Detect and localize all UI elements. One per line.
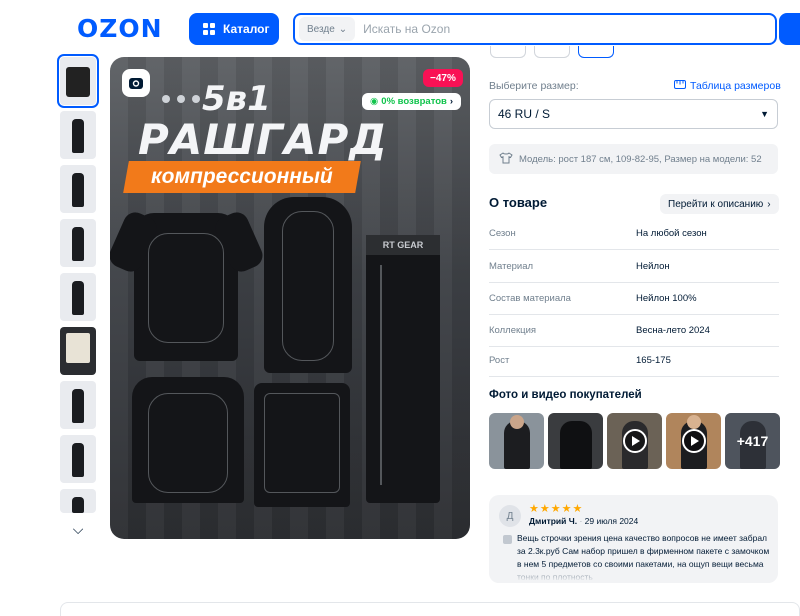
spec-key: Коллекция xyxy=(489,325,537,336)
variant-chips xyxy=(490,46,614,58)
thumbnail[interactable] xyxy=(60,435,96,483)
variant-chip[interactable] xyxy=(534,46,570,58)
product-main-image[interactable]: −47% ◉ 0% возвратов › 5в1 РАШГАРД компре… xyxy=(110,57,470,539)
customer-photo[interactable] xyxy=(548,413,603,469)
size-label: Выберите размер: xyxy=(489,80,579,92)
thumbnail-list: ⌵ xyxy=(57,54,100,539)
catalog-button[interactable]: Каталог xyxy=(189,13,279,45)
chevron-right-icon: › xyxy=(449,96,454,107)
go-to-description-label: Перейти к описанию xyxy=(668,198,764,210)
chevron-down-icon: ⌄ xyxy=(338,23,348,35)
search-scope-label: Везде xyxy=(307,23,335,35)
customer-photo[interactable] xyxy=(489,413,544,469)
spec-value: Нейлон 100% xyxy=(636,293,697,304)
review-fade xyxy=(489,565,778,583)
go-to-description-button[interactable]: Перейти к описанию › xyxy=(660,194,779,214)
garment-tights: RT GEAR xyxy=(366,235,440,503)
thumbnail[interactable] xyxy=(60,489,96,513)
review-label-icon xyxy=(503,535,512,544)
thumbnail[interactable] xyxy=(60,327,96,375)
spec-value: Весна-лето 2024 xyxy=(636,325,710,336)
spec-row: Состав материала Нейлон 100% xyxy=(489,287,779,315)
size-table-label: Таблица размеров xyxy=(690,80,781,92)
spec-row: Материал Нейлон xyxy=(489,255,779,283)
cashback-label: 0% возвратов xyxy=(381,96,447,107)
garment-tshirt xyxy=(110,208,267,361)
about-product-title: О товаре xyxy=(489,195,548,210)
thumbnail[interactable] xyxy=(60,111,96,159)
review-meta: Дмитрий Ч. · 29 июля 2024 xyxy=(529,516,638,526)
spec-key: Рост xyxy=(489,355,510,366)
spec-row: Рост 165-175 xyxy=(489,349,779,377)
review-date: 29 июля 2024 xyxy=(584,516,639,526)
thumbnail[interactable] xyxy=(60,381,96,429)
play-icon xyxy=(623,429,647,453)
cashback-badge[interactable]: ◉ 0% возвратов › xyxy=(362,93,462,110)
catalog-grid-icon xyxy=(203,23,215,35)
return-icon: ◉ xyxy=(370,96,379,107)
promo-subtitle: компрессионный xyxy=(151,165,333,188)
review-card[interactable]: Д ★★★★★ Дмитрий Ч. · 29 июля 2024 Вещь с… xyxy=(489,495,778,583)
promo-title-main: РАШГАРД xyxy=(138,115,388,164)
caret-down-icon: ▼ xyxy=(760,109,769,119)
avatar: Д xyxy=(499,505,521,527)
customer-video[interactable] xyxy=(607,413,662,469)
promo-title-count: 5в1 xyxy=(202,79,271,119)
thumbnail[interactable] xyxy=(60,273,96,321)
variant-chip-selected[interactable] xyxy=(578,46,614,58)
spec-value: На любой сезон xyxy=(636,228,707,239)
spec-value: 165-175 xyxy=(636,355,671,366)
tshirt-icon xyxy=(499,151,513,167)
ruler-icon xyxy=(674,80,686,92)
customer-photo-more[interactable]: +417 xyxy=(725,413,780,469)
discount-badge: −47% xyxy=(423,69,463,87)
thumbnail[interactable] xyxy=(60,165,96,213)
variant-chip[interactable] xyxy=(490,46,526,58)
rating-stars: ★★★★★ xyxy=(529,503,584,515)
customer-media-list: +417 xyxy=(489,413,780,469)
spec-key: Состав материала xyxy=(489,293,571,304)
tights-waistband: RT GEAR xyxy=(366,235,440,255)
search-scope-select[interactable]: Везде ⌄ xyxy=(299,17,356,41)
product-info-column: Выберите размер: Таблица размеров 46 RU … xyxy=(487,0,800,614)
size-select[interactable]: 46 RU / S ▼ xyxy=(489,99,778,129)
review-author: Дмитрий Ч. xyxy=(529,516,578,526)
chevron-right-icon: › xyxy=(767,198,771,210)
visual-search-icon[interactable] xyxy=(122,69,150,97)
thumbnail[interactable] xyxy=(57,54,99,108)
spec-row: Коллекция Весна-лето 2024 xyxy=(489,319,779,347)
customer-video[interactable] xyxy=(666,413,721,469)
model-info-text: Модель: рост 187 см, 109-82-95, Размер н… xyxy=(519,153,762,165)
spec-key: Сезон xyxy=(489,228,516,239)
promo-dots xyxy=(162,95,200,103)
garment-longsleeve xyxy=(132,377,244,503)
catalog-label: Каталог xyxy=(223,22,270,36)
spec-row: Сезон На любой сезон xyxy=(489,222,779,250)
customer-media-title: Фото и видео покупателей xyxy=(489,389,642,401)
more-media-count: +417 xyxy=(725,413,780,469)
thumbnail[interactable] xyxy=(60,219,96,267)
garment-shorts xyxy=(254,383,350,507)
size-table-link[interactable]: Таблица размеров xyxy=(674,80,781,92)
model-info: Модель: рост 187 см, 109-82-95, Размер н… xyxy=(489,144,778,174)
ozon-logo[interactable]: OZON xyxy=(77,14,163,43)
search-input[interactable]: Искать на Ozon xyxy=(363,22,450,36)
play-icon xyxy=(682,429,706,453)
spec-value: Нейлон xyxy=(636,261,670,272)
garment-hoodie xyxy=(264,197,352,373)
thumbnails-next-chevron-icon[interactable]: ⌵ xyxy=(60,519,96,539)
size-select-value: 46 RU / S xyxy=(498,107,551,121)
promo-ribbon: компрессионный xyxy=(123,161,361,193)
spec-key: Материал xyxy=(489,261,534,272)
